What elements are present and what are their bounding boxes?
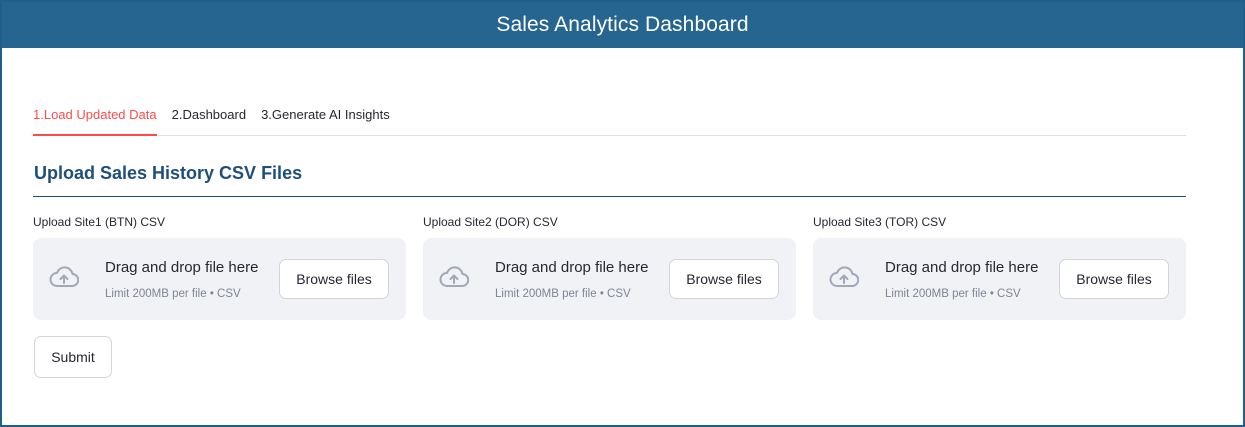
tab-load-updated-data[interactable]: 1.Load Updated Data: [33, 102, 157, 136]
app-window: Sales Analytics Dashboard 1.Load Updated…: [0, 0, 1245, 427]
browse-files-button[interactable]: Browse files: [1059, 259, 1169, 299]
section-title: Upload Sales History CSV Files: [34, 163, 303, 183]
cloud-upload-icon: [49, 266, 79, 287]
file-limit-text: Limit 200MB per file • CSV: [495, 288, 631, 300]
app-header: Sales Analytics Dashboard: [2, 2, 1243, 48]
uploader-label: Upload Site1 (BTN) CSV: [33, 215, 166, 229]
tab-generate-ai-insights[interactable]: 3.Generate AI Insights: [261, 102, 390, 129]
app-title: Sales Analytics Dashboard: [496, 13, 749, 36]
drop-instruction: Drag and drop file here: [495, 259, 649, 276]
browse-files-button[interactable]: Browse files: [279, 259, 389, 299]
cloud-upload-icon: [829, 266, 859, 287]
uploader-site2: Upload Site2 (DOR) CSV Drag and drop fil…: [423, 213, 796, 320]
drop-instruction: Drag and drop file here: [885, 259, 1039, 276]
file-limit-text: Limit 200MB per file • CSV: [105, 288, 241, 300]
uploader-site1: Upload Site1 (BTN) CSV Drag and drop fil…: [33, 213, 406, 320]
cloud-upload-icon: [439, 266, 469, 287]
uploader-site3: Upload Site3 (TOR) CSV Drag and drop fil…: [813, 213, 1186, 320]
submit-button[interactable]: Submit: [34, 336, 112, 378]
section-divider: [33, 196, 1186, 197]
uploader-label: Upload Site3 (TOR) CSV: [813, 215, 947, 229]
file-limit-text: Limit 200MB per file • CSV: [885, 288, 1021, 300]
uploader-label: Upload Site2 (DOR) CSV: [423, 215, 558, 229]
tab-dashboard[interactable]: 2.Dashboard: [172, 102, 246, 129]
file-dropzone[interactable]: Drag and drop file here Limit 200MB per …: [813, 238, 1186, 320]
drop-instruction: Drag and drop file here: [105, 259, 259, 276]
file-dropzone[interactable]: Drag and drop file here Limit 200MB per …: [33, 238, 406, 320]
file-dropzone[interactable]: Drag and drop file here Limit 200MB per …: [423, 238, 796, 320]
browse-files-button[interactable]: Browse files: [669, 259, 779, 299]
tab-bar: 1.Load Updated Data 2.Dashboard 3.Genera…: [33, 102, 1186, 136]
